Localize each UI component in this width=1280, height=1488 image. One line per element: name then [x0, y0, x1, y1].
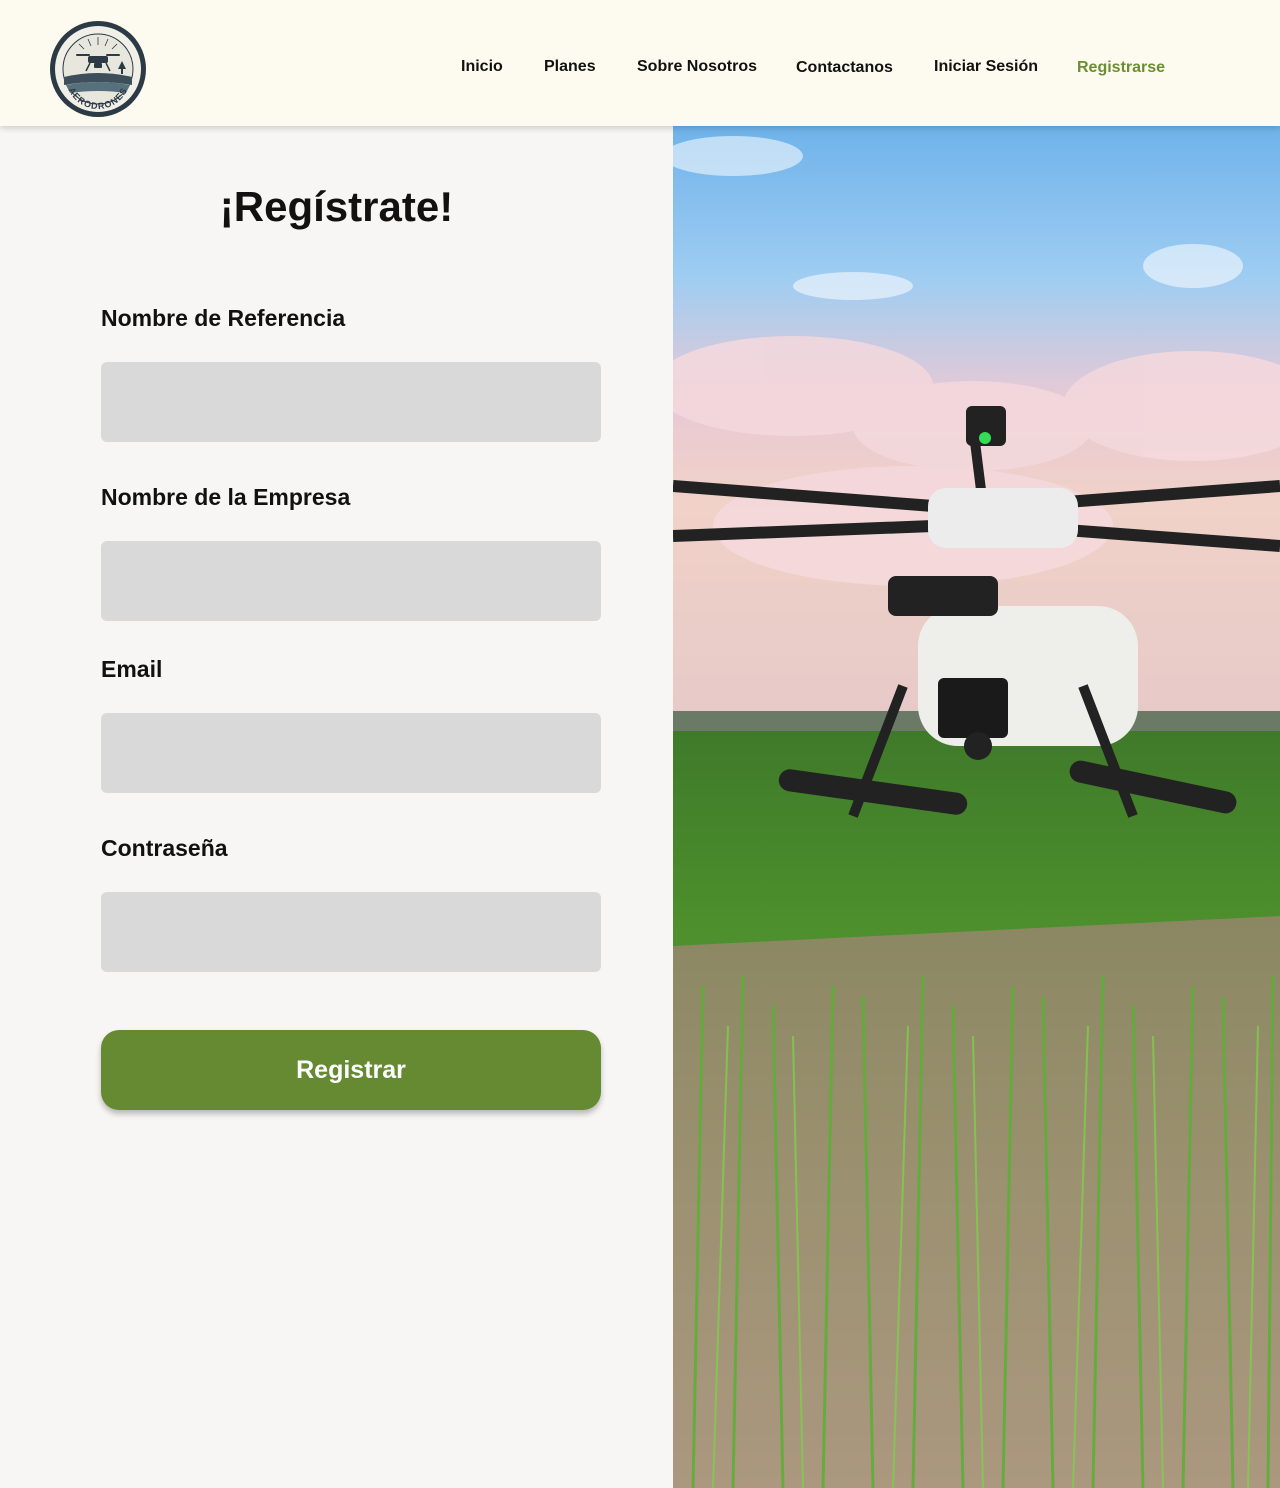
email-input[interactable]: [101, 713, 601, 793]
drone-field-photo: [673, 126, 1280, 1488]
nav-inicio[interactable]: Inicio: [461, 58, 503, 76]
label-contrasena: Contraseña: [101, 835, 228, 861]
label-nombre-referencia: Nombre de Referencia: [101, 305, 346, 331]
registrar-button[interactable]: Registrar: [101, 1030, 601, 1110]
label-nombre-empresa: Nombre de la Empresa: [101, 484, 351, 510]
nav-registrarse[interactable]: Registrarse: [1077, 59, 1165, 77]
nombre-empresa-input[interactable]: [101, 541, 601, 621]
nav-planes[interactable]: Planes: [544, 58, 596, 76]
site-header: AERODRONES Inicio Planes Sobre Nosotros …: [0, 0, 1280, 126]
label-email: Email: [101, 656, 163, 682]
nombre-referencia-input[interactable]: [101, 362, 601, 442]
aerodrones-logo[interactable]: AERODRONES: [48, 19, 148, 119]
nav-sobre-nosotros[interactable]: Sobre Nosotros: [637, 58, 757, 76]
page-title: ¡Regístrate!: [219, 183, 454, 230]
nav-iniciar-sesion[interactable]: Iniciar Sesión: [934, 58, 1038, 76]
nav-contactanos[interactable]: Contactanos: [796, 59, 893, 77]
contrasena-input[interactable]: [101, 892, 601, 972]
